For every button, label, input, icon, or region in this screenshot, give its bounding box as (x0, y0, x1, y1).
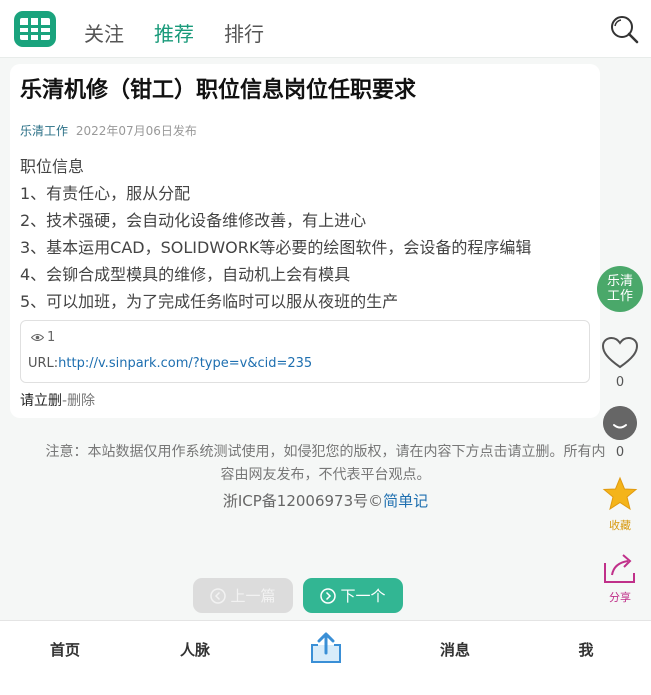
bottom-nav-contacts[interactable]: 人脉 (155, 639, 235, 660)
article-content: 职位信息 1、有责任心，服从分配 2、技术强硬，会自动化设备维修改善，有上进心 … (20, 153, 590, 315)
icp-site-link[interactable]: 简单记 (383, 492, 428, 510)
article-card: 乐清机修（钳工）职位信息岗位任职要求 乐清工作 2022年07月06日发布 职位… (10, 64, 600, 418)
like-count: 0 (615, 375, 625, 390)
favorite-label[interactable]: 收藏 (600, 517, 640, 533)
notice-line-1: 注意：本站数据仅用作系统测试使用，如侵犯您的版权，请在内容下方点击请立删。所有内 (45, 444, 606, 460)
article-title: 乐清机修（钳工）职位信息岗位任职要求 (20, 78, 417, 103)
tab-follow[interactable]: 关注 (84, 18, 124, 47)
article-actions: 请立删-删除 (20, 390, 95, 410)
delete-link[interactable]: 删除 (67, 393, 95, 409)
previous-article-button[interactable]: 上一篇 (193, 578, 293, 613)
url-label: URL: (28, 356, 59, 371)
icp-record: 浙ICP备12006973号©简单记 (0, 490, 651, 511)
share-label[interactable]: 分享 (600, 589, 640, 605)
next-label: 下一个 (340, 587, 386, 605)
publish-date: 2022年07月06日发布 (75, 124, 197, 138)
tab-recommend[interactable]: 推荐 (154, 18, 194, 47)
article-meta: 乐清工作 2022年07月06日发布 (20, 122, 197, 139)
share-icon[interactable] (601, 551, 639, 585)
top-header: 关注 推荐 排行 (0, 0, 651, 58)
source-info-box: 1 URL:http://v.sinpark.com/?type=v&cid=2… (20, 320, 590, 383)
content-line: 2、技术强硬，会自动化设备维修改善，有上进心 (20, 211, 367, 230)
bottom-nav-home[interactable]: 首页 (25, 639, 105, 660)
content-line: 1、有责任心，服从分配 (20, 184, 191, 203)
previous-label: 上一篇 (230, 587, 276, 605)
bottom-navigation: 首页 人脉 消息 我 (0, 620, 651, 695)
star-icon[interactable] (602, 476, 638, 512)
bottom-nav-me[interactable]: 我 (546, 639, 626, 660)
content-line: 职位信息 (20, 157, 85, 176)
view-count-value: 1 (47, 330, 56, 345)
author-link[interactable]: 乐清工作 (20, 124, 68, 138)
disclaimer-notice: 注意：本站数据仅用作系统测试使用，如侵犯您的版权，请在内容下方点击请立删。所有内… (0, 441, 651, 487)
view-count: 1 (31, 330, 55, 345)
comment-icon[interactable] (603, 406, 637, 440)
eye-icon (31, 334, 44, 341)
notice-line-2: 容由网友发布，不代表平台观点。 (220, 467, 431, 483)
content-line: 4、会铆合成型模具的维修，自动机上会有模具 (20, 265, 351, 284)
next-article-button[interactable]: 下一个 (303, 578, 403, 613)
search-icon[interactable] (609, 14, 639, 44)
icp-text: 浙ICP备12006973号© (222, 492, 384, 510)
source-url: URL:http://v.sinpark.com/?type=v&cid=235 (28, 356, 312, 371)
logo-icon[interactable] (12, 8, 58, 50)
request-removal-link[interactable]: 请立删 (20, 393, 62, 409)
arrow-right-circle-icon (320, 587, 337, 604)
upload-icon[interactable] (308, 631, 344, 665)
source-url-link[interactable]: http://v.sinpark.com/?type=v&cid=235 (58, 356, 312, 371)
comment-count: 0 (615, 445, 625, 460)
content-line: 5、可以加班，为了完成任务临时可以服从夜班的生产 (20, 292, 399, 311)
bottom-nav-messages[interactable]: 消息 (415, 639, 495, 660)
heart-icon[interactable] (601, 336, 639, 370)
arrow-left-circle-icon (210, 587, 227, 604)
tab-ranking[interactable]: 排行 (224, 18, 264, 47)
author-avatar[interactable]: 乐清工作 (597, 266, 643, 312)
content-line: 3、基本运用CAD，SOLIDWORK等必要的绘图软件，会设备的程序编辑 (20, 238, 532, 257)
